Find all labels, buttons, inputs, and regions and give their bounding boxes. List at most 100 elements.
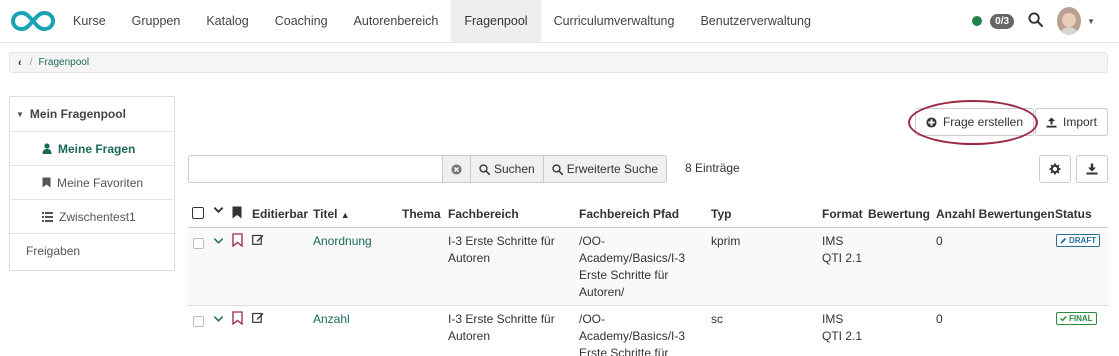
breadcrumb-separator: /: [29, 57, 33, 68]
search-button-group: Suchen Erweiterte Suche: [442, 155, 668, 183]
format-line: IMS: [822, 234, 844, 248]
table-row[interactable]: Anzahl I-3 Erste Schritte für Autoren /O…: [188, 306, 1108, 356]
format-cell: IMS QTI 2.1: [822, 233, 862, 267]
column-titel-label: Titel: [313, 207, 338, 221]
subject-line: I-3 Erste Schritte für: [448, 312, 555, 326]
sidebar-header[interactable]: ▼ Mein Fragenpool: [10, 97, 174, 132]
path-line: /OO-: [579, 234, 605, 248]
import-button[interactable]: Import: [1035, 108, 1108, 136]
user-icon: [42, 143, 52, 154]
row-checkbox[interactable]: [193, 316, 204, 327]
column-titel[interactable]: Titel ▲: [313, 207, 350, 221]
chat-count-badge[interactable]: 0/3: [990, 13, 1015, 29]
subject-line: Autoren: [448, 329, 491, 343]
table-header: Editierbar Titel ▲ Thema Fachbereich Fac…: [188, 200, 1108, 228]
column-anzahl-bewertungen[interactable]: Anzahl Bewertungen: [936, 207, 1055, 221]
sidebar-header-label: Mein Fragenpool: [29, 107, 126, 121]
sidebar-item-label: Zwischentest1: [59, 209, 136, 224]
gear-icon: [1049, 163, 1061, 175]
nav-item-katalog[interactable]: Katalog: [193, 0, 261, 42]
search-input[interactable]: [188, 155, 443, 183]
expand-row-icon[interactable]: [213, 312, 224, 329]
subject-cell: I-3 Erste Schritte für Autoren: [448, 233, 555, 267]
nav-item-benutzerverwaltung[interactable]: Benutzerverwaltung: [687, 0, 823, 42]
path-line: Academy/Basics/I-3: [579, 251, 686, 265]
type-cell: sc: [711, 312, 723, 326]
plus-circle-icon: [926, 116, 937, 128]
create-question-label: Frage erstellen: [942, 115, 1024, 129]
bookmark-icon[interactable]: [232, 233, 243, 252]
back-icon[interactable]: ‹: [18, 57, 22, 69]
edit-icon[interactable]: [252, 233, 264, 250]
status-label: FINAL: [1069, 314, 1093, 323]
sidebar-item-zwischentest1[interactable]: Zwischentest1: [10, 200, 174, 234]
breadcrumb: ‹ / Fragenpool: [9, 52, 1108, 73]
rating-count-cell: 0: [936, 312, 943, 326]
clear-search-button[interactable]: [443, 156, 471, 182]
nav-item-curriculumverwaltung[interactable]: Curriculumverwaltung: [541, 0, 688, 42]
sort-ascending-icon: ▲: [340, 210, 350, 220]
advanced-search-label: Erweiterte Suche: [566, 162, 659, 176]
column-status[interactable]: Status: [1055, 207, 1092, 221]
status-badge: DRAFT: [1056, 234, 1101, 247]
check-icon: [1060, 315, 1067, 322]
upload-icon: [1046, 116, 1057, 128]
subject-line: I-3 Erste Schritte für: [448, 234, 555, 248]
openolat-logo-icon[interactable]: [10, 10, 56, 32]
column-typ[interactable]: Typ: [711, 207, 731, 221]
subject-line: Autoren: [448, 251, 491, 265]
top-navigation: Kurse Gruppen Katalog Coaching Autorenbe…: [0, 0, 1119, 43]
table-row[interactable]: Anordnung I-3 Erste Schritte für Autoren…: [188, 228, 1108, 306]
entries-count: 8 Einträge: [685, 161, 740, 175]
rating-count-cell: 0: [936, 234, 943, 248]
download-button[interactable]: [1076, 155, 1108, 183]
import-label: Import: [1062, 115, 1097, 129]
nav-item-autorenbereich[interactable]: Autorenbereich: [341, 0, 452, 42]
column-fachbereich[interactable]: Fachbereich: [448, 207, 519, 221]
type-cell: kprim: [711, 234, 741, 248]
select-all-checkbox[interactable]: [192, 207, 204, 219]
sidebar-item-meine-fragen[interactable]: Meine Fragen: [10, 132, 174, 166]
sidebar-item-freigaben[interactable]: Freigaben: [10, 234, 174, 268]
format-line: QTI 2.1: [822, 329, 863, 343]
nav-item-kurse[interactable]: Kurse: [60, 0, 119, 42]
row-checkbox[interactable]: [193, 238, 204, 249]
bookmark-icon[interactable]: [232, 311, 243, 330]
column-format[interactable]: Format: [822, 207, 863, 221]
advanced-search-button[interactable]: Erweiterte Suche: [544, 156, 666, 182]
column-fachbereich-pfad[interactable]: Fachbereich Pfad: [579, 207, 679, 221]
pencil-icon: [1060, 237, 1067, 244]
question-title-link[interactable]: Anordnung: [313, 233, 372, 250]
online-status-icon[interactable]: [972, 16, 983, 26]
status-badge: FINAL: [1056, 312, 1097, 325]
status-label: DRAFT: [1069, 236, 1097, 245]
search-icon: [552, 163, 563, 175]
sidebar-item-label: Meine Fragen: [58, 141, 136, 156]
path-line: Autoren/: [579, 285, 625, 299]
search-icon[interactable]: [1028, 12, 1044, 30]
nav-item-coaching[interactable]: Coaching: [262, 0, 341, 42]
breadcrumb-item-fragenpool[interactable]: Fragenpool: [38, 57, 89, 68]
column-bewertung[interactable]: Bewertung: [868, 207, 930, 221]
nav-item-fragenpool[interactable]: Fragenpool: [451, 0, 541, 42]
table-settings-button[interactable]: [1039, 155, 1071, 183]
bookmark-column-icon: [232, 206, 242, 222]
chevron-down-icon[interactable]: ▼: [1087, 17, 1095, 26]
nav-item-gruppen[interactable]: Gruppen: [119, 0, 194, 42]
question-title-link[interactable]: Anzahl: [313, 311, 350, 328]
path-line: /OO-: [579, 312, 605, 326]
edit-icon[interactable]: [252, 311, 264, 328]
avatar[interactable]: [1057, 7, 1082, 35]
expand-row-icon[interactable]: [213, 234, 224, 251]
clear-icon: [451, 163, 462, 175]
create-question-button[interactable]: Frage erstellen: [915, 108, 1034, 136]
format-cell: IMS QTI 2.1: [822, 311, 862, 345]
sidebar-item-meine-favoriten[interactable]: Meine Favoriten: [10, 166, 174, 200]
column-editierbar[interactable]: Editierbar: [252, 207, 308, 221]
column-thema[interactable]: Thema: [402, 207, 441, 221]
bookmark-icon: [42, 177, 51, 188]
search-button[interactable]: Suchen: [471, 156, 544, 182]
expand-all-icon[interactable]: [213, 204, 224, 218]
format-line: QTI 2.1: [822, 251, 863, 265]
download-icon: [1086, 163, 1098, 175]
